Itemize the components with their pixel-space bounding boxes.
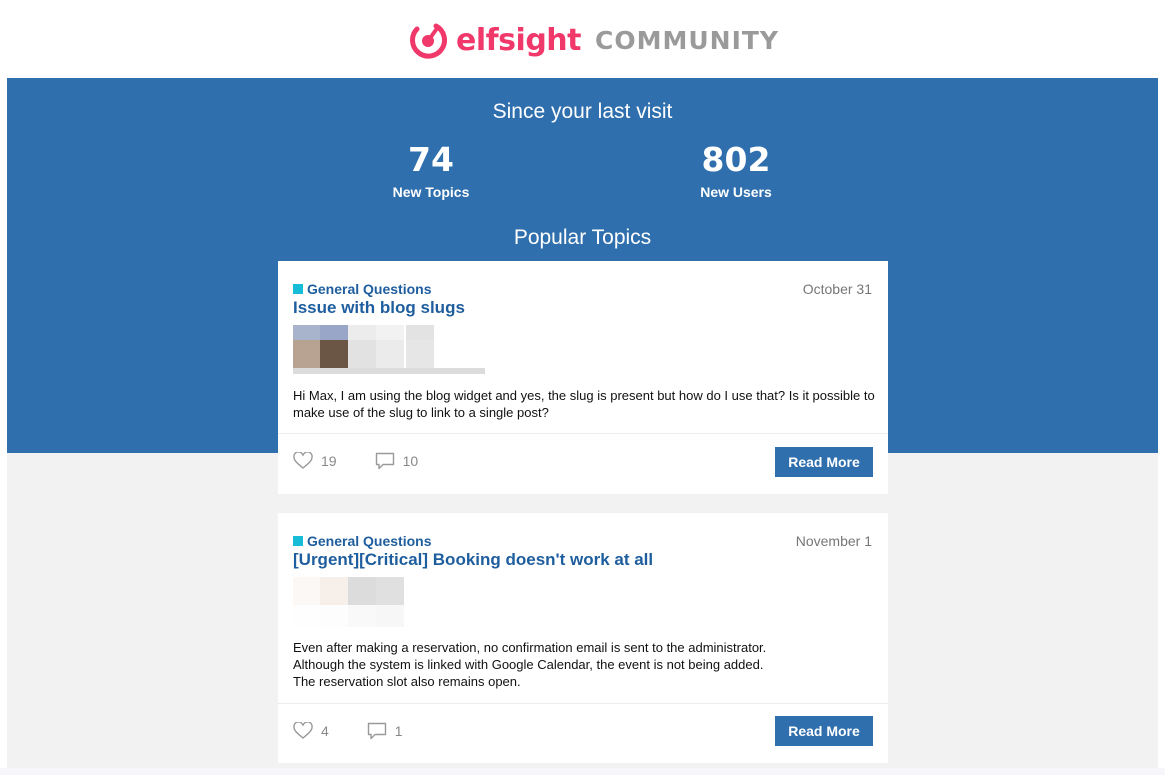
brand-name: elfsight: [456, 22, 582, 58]
topic-title-link[interactable]: Issue with blog slugs: [293, 298, 465, 318]
category-color-square: [293, 284, 303, 294]
topic-meta: 4 1: [293, 722, 441, 740]
read-more-button[interactable]: Read More: [775, 447, 873, 477]
likes-count: 4: [321, 723, 329, 739]
elfsight-logo[interactable]: elfsight COMMUNITY: [408, 20, 779, 60]
card-divider: [278, 433, 888, 434]
heart-icon: [293, 722, 313, 739]
stat-label: New Users: [700, 184, 772, 200]
popular-topics-title: Popular Topics: [513, 226, 652, 249]
stat-value: 802: [701, 140, 771, 179]
excerpt-line: Although the system is linked with Googl…: [293, 657, 764, 672]
category-color-square: [293, 536, 303, 546]
topic-excerpt: Hi Max, I am using the blog widget and y…: [293, 388, 875, 420]
topic-category[interactable]: General Questions: [293, 281, 431, 297]
category-label: General Questions: [307, 281, 432, 297]
comments-count: 10: [402, 453, 419, 469]
heart-icon: [293, 452, 313, 469]
header: elfsight COMMUNITY: [0, 0, 1165, 78]
stat-label: New Topics: [392, 184, 470, 200]
topic-card: General Questions October 31 Issue with …: [278, 261, 888, 494]
excerpt-line: The reservation slot also remains open.: [293, 674, 521, 689]
since-last-visit-title: Since your last visit: [492, 100, 673, 123]
excerpt-line: Even after making a reservation, no conf…: [293, 640, 767, 655]
likes[interactable]: 4: [293, 722, 329, 740]
likes-count: 19: [321, 453, 337, 469]
comment-icon: [367, 722, 386, 740]
topic-category[interactable]: General Questions: [293, 533, 431, 549]
topic-date: November 1: [795, 533, 872, 549]
footer-strip: [0, 768, 1165, 775]
topic-date: October 31: [802, 281, 872, 297]
card-divider: [278, 703, 888, 704]
pixelated-image: [293, 325, 493, 375]
comments-count: 1: [394, 723, 403, 739]
stat-new-users: 802 New Users: [636, 140, 836, 200]
stat-new-topics: 74 New Topics: [331, 140, 531, 200]
pixelated-image: [293, 577, 493, 627]
stat-value: 74: [408, 140, 454, 179]
topic-title-link[interactable]: [Urgent][Critical] Booking doesn't work …: [293, 550, 653, 570]
topic-card: General Questions November 1 [Urgent][Cr…: [278, 513, 888, 763]
read-more-button[interactable]: Read More: [775, 716, 873, 746]
brand-section: COMMUNITY: [595, 25, 780, 55]
elfsight-logo-icon: [410, 23, 447, 59]
category-label: General Questions: [307, 533, 432, 549]
comments[interactable]: 1: [367, 722, 403, 740]
topic-excerpt: Even after making a reservation, no conf…: [293, 639, 878, 690]
comments[interactable]: 10: [375, 452, 419, 470]
likes[interactable]: 19: [293, 452, 337, 470]
topic-meta: 19 10: [293, 452, 456, 470]
comment-icon: [375, 452, 394, 470]
